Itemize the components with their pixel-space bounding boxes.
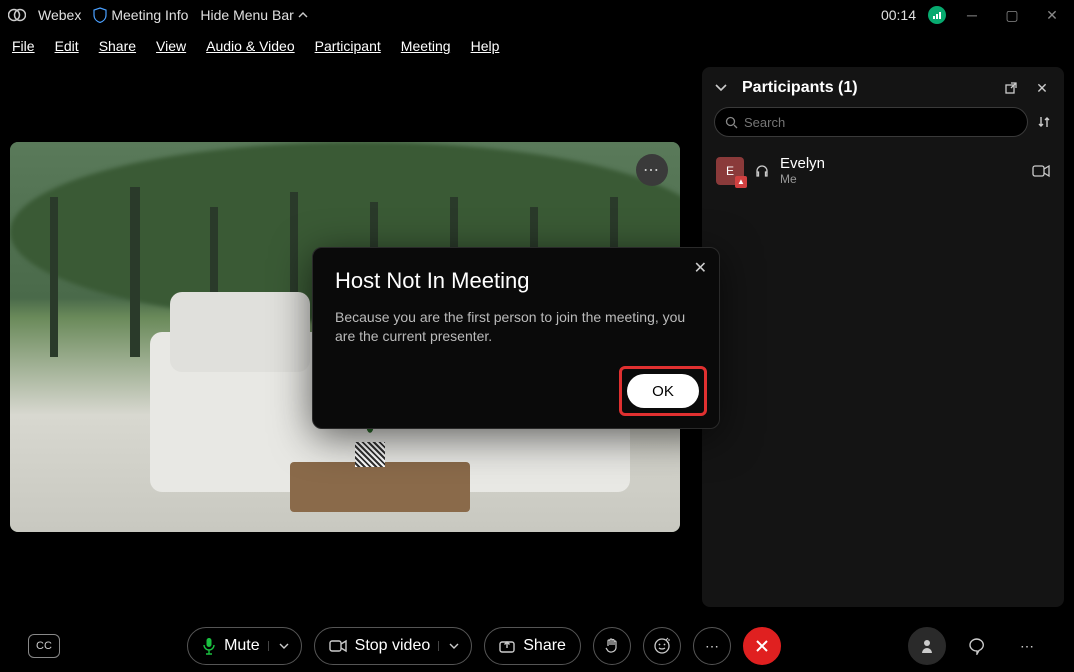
chevron-down-icon — [279, 643, 289, 649]
menu-edit[interactable]: Edit — [55, 38, 79, 54]
participants-panel: Participants (1) ✕ E ▲ — [702, 67, 1064, 607]
dialog-close-button[interactable]: ✕ — [694, 258, 707, 278]
video-options-chevron[interactable] — [438, 641, 465, 651]
smiley-icon — [653, 637, 671, 655]
meeting-info-label: Meeting Info — [111, 7, 188, 23]
sort-button[interactable] — [1036, 114, 1052, 130]
camera-icon — [329, 639, 347, 653]
mute-options-chevron[interactable] — [268, 641, 295, 651]
panel-close-icon[interactable]: ✕ — [1032, 80, 1052, 97]
hide-menu-bar-label: Hide Menu Bar — [200, 7, 293, 23]
video-more-options-button[interactable]: ⋯ — [636, 154, 668, 186]
menu-participant[interactable]: Participant — [315, 38, 381, 54]
meeting-controls: CC Mute Stop video Share ⋯ — [0, 620, 1074, 672]
share-label: Share — [523, 637, 566, 655]
chevron-down-icon — [449, 643, 459, 649]
participant-name: Evelyn — [780, 155, 825, 172]
closed-captions-button[interactable]: CC — [28, 634, 60, 658]
participants-search[interactable] — [714, 107, 1028, 137]
dialog-title: Host Not In Meeting — [335, 268, 697, 294]
participants-toggle-button[interactable] — [908, 627, 946, 665]
participant-sublabel: Me — [780, 172, 825, 186]
ok-button[interactable]: OK — [627, 374, 699, 408]
close-icon — [754, 638, 770, 654]
avatar-initial: E — [726, 164, 734, 178]
headset-icon — [754, 163, 770, 179]
menu-file[interactable]: File — [12, 38, 35, 54]
leave-meeting-button[interactable] — [743, 627, 781, 665]
hide-menu-bar-button[interactable]: Hide Menu Bar — [200, 7, 307, 23]
presenter-badge-icon: ▲ — [735, 176, 747, 188]
meeting-info-button[interactable]: Meeting Info — [93, 7, 188, 23]
popout-icon[interactable] — [1004, 81, 1024, 95]
menu-meeting[interactable]: Meeting — [401, 38, 451, 54]
window-minimize-button[interactable]: ─ — [958, 7, 986, 23]
person-icon — [919, 638, 935, 654]
host-not-in-meeting-dialog: ✕ Host Not In Meeting Because you are th… — [312, 247, 720, 429]
search-input[interactable] — [744, 115, 1017, 130]
mute-label: Mute — [224, 637, 260, 655]
reactions-button[interactable] — [643, 627, 681, 665]
webex-logo-icon — [8, 6, 26, 24]
chevron-up-icon — [298, 12, 308, 18]
panel-collapse-icon[interactable] — [714, 83, 734, 93]
menu-help[interactable]: Help — [471, 38, 500, 54]
share-button[interactable]: Share — [484, 627, 581, 665]
menu-view[interactable]: View — [156, 38, 186, 54]
mute-button[interactable]: Mute — [187, 627, 302, 665]
stop-video-button[interactable]: Stop video — [314, 627, 473, 665]
raise-hand-button[interactable] — [593, 627, 631, 665]
more-options-button[interactable]: ⋯ — [693, 627, 731, 665]
app-name: Webex — [38, 7, 81, 23]
window-maximize-button[interactable]: ▢ — [998, 7, 1026, 24]
stop-video-label: Stop video — [355, 637, 431, 655]
hand-icon — [604, 637, 620, 655]
menu-share[interactable]: Share — [99, 38, 136, 54]
share-icon — [499, 639, 515, 653]
content-area: ⋯ Participants (1) ✕ E — [0, 62, 1074, 620]
dialog-message: Because you are the first person to join… — [335, 308, 697, 346]
window-close-button[interactable]: ✕ — [1038, 7, 1066, 24]
participants-list: E ▲ Evelyn Me — [714, 151, 1052, 190]
microphone-icon — [202, 637, 216, 655]
ok-button-highlight: OK — [619, 366, 707, 416]
chat-toggle-button[interactable] — [958, 627, 996, 665]
meeting-timer: 00:14 — [881, 7, 916, 23]
titlebar: Webex Meeting Info Hide Menu Bar 00:14 ─… — [0, 0, 1074, 30]
camera-icon[interactable] — [1032, 164, 1050, 178]
menu-audio-video[interactable]: Audio & Video — [206, 38, 294, 54]
participants-title: Participants (1) — [742, 79, 996, 97]
network-status-icon[interactable] — [928, 6, 946, 24]
search-icon — [725, 116, 738, 129]
participant-row[interactable]: E ▲ Evelyn Me — [714, 151, 1052, 190]
shield-icon — [93, 7, 107, 23]
menubar: File Edit Share View Audio & Video Parti… — [0, 30, 1074, 62]
panel-options-button[interactable]: ⋯ — [1008, 627, 1046, 665]
chat-icon — [968, 637, 986, 655]
avatar: E ▲ — [716, 157, 744, 185]
